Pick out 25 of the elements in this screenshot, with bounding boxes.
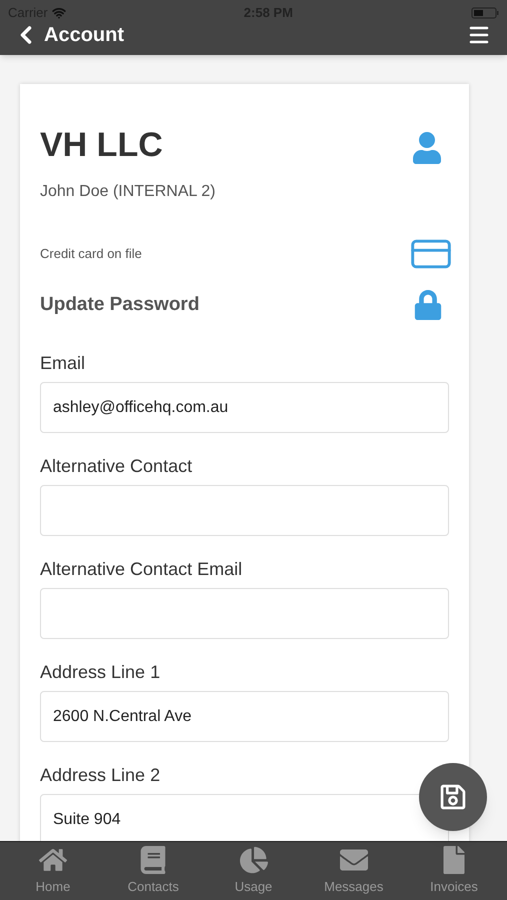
tab-button[interactable]: Usage	[208, 846, 298, 896]
field-label: Address Line 2	[40, 764, 162, 787]
page-title: Account	[44, 22, 124, 48]
pie-chart-icon[interactable]	[240, 846, 268, 874]
update-password-link[interactable]: Update Password	[40, 290, 200, 320]
tab-button[interactable]: Home	[8, 846, 98, 896]
field-label: Email	[40, 352, 86, 375]
tab-button[interactable]: Messages	[308, 846, 399, 896]
battery-icon	[471, 7, 499, 19]
user-icon[interactable]	[411, 132, 443, 164]
field-label: Address Line 1	[40, 661, 162, 684]
field-label: Alternative Contact Email	[40, 558, 244, 581]
input-field[interactable]	[40, 485, 449, 536]
company-name: VH LLC	[40, 128, 163, 162]
input-field[interactable]	[40, 588, 449, 639]
input-field[interactable]: ashley@officehq.com.au	[40, 382, 449, 433]
book-icon[interactable]	[139, 846, 168, 874]
contact-name: John Doe (INTERNAL 2)	[40, 182, 216, 202]
lock-icon[interactable]	[413, 290, 443, 320]
credit-card-label: Credit card on file	[40, 245, 142, 264]
wifi-icon	[52, 6, 66, 20]
field-label: Alternative Contact	[40, 455, 194, 478]
input-field[interactable]: 2600 N.Central Ave	[40, 691, 449, 742]
tab-button[interactable]: Contacts	[108, 846, 198, 896]
tab-button[interactable]: Invoices	[409, 846, 499, 896]
